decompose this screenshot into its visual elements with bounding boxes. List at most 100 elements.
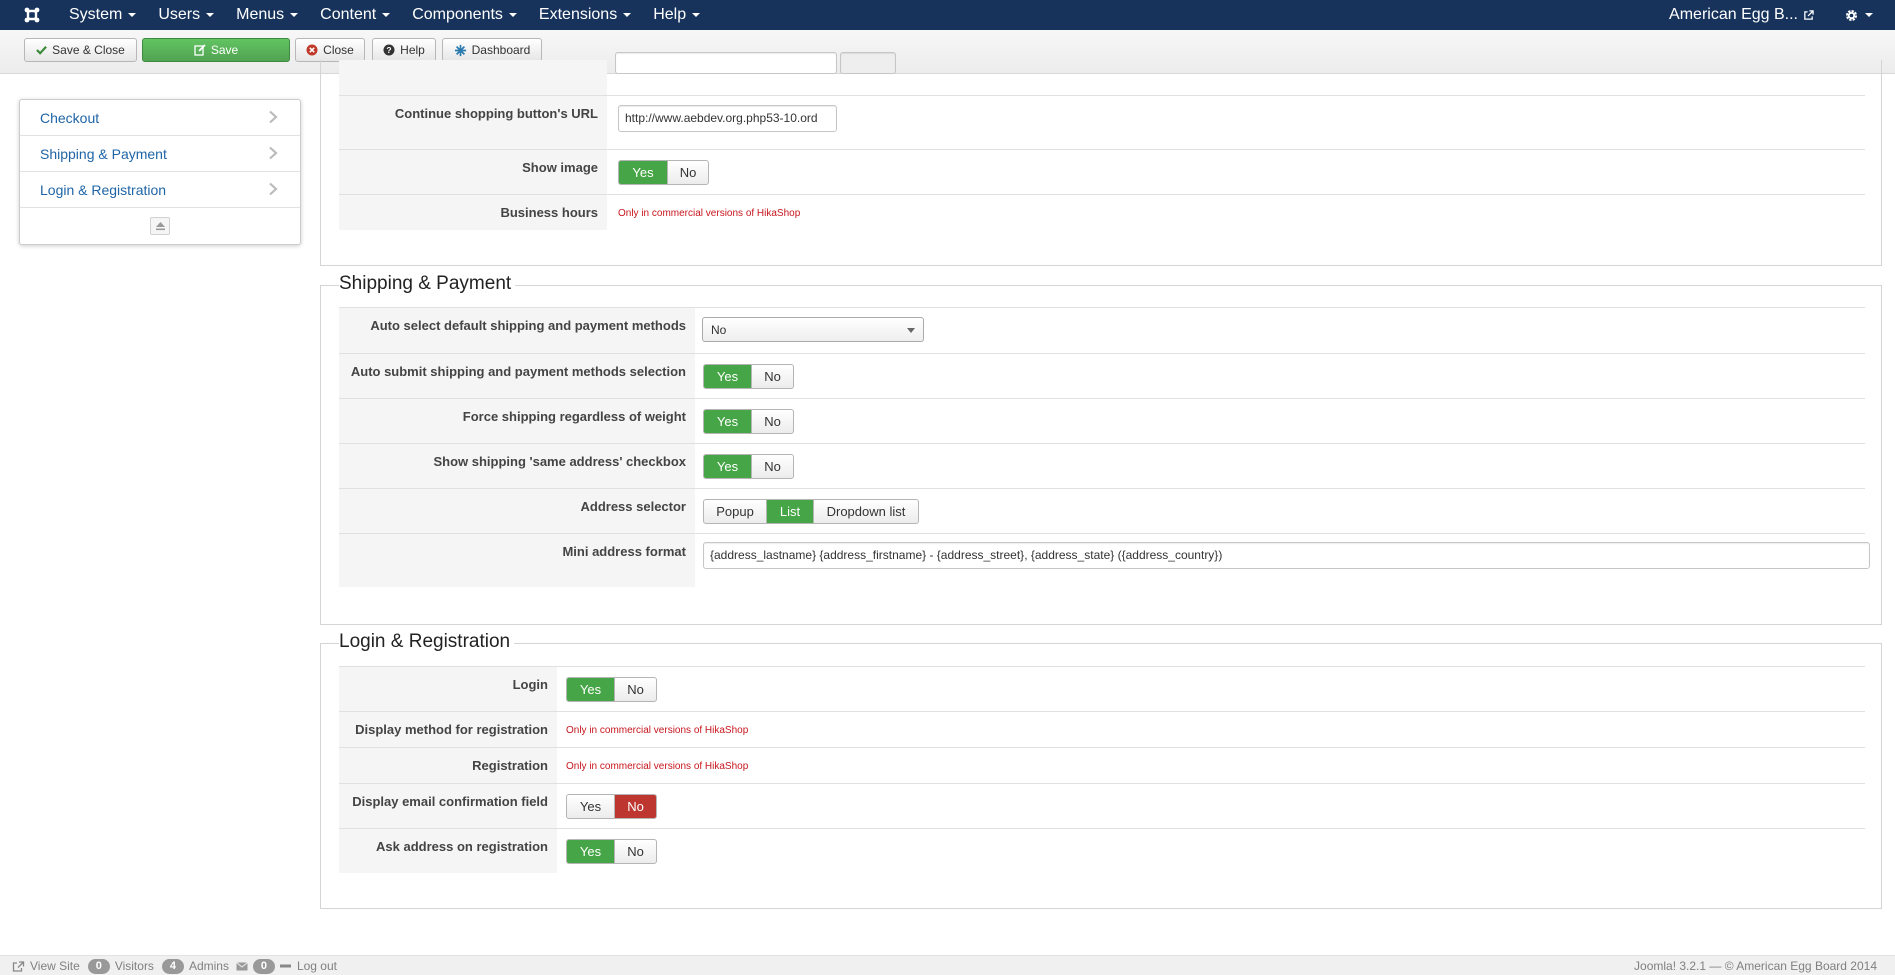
row-label: Auto submit shipping and payment methods…	[339, 354, 695, 398]
settings-menu[interactable]	[1844, 8, 1873, 23]
admins-count-badge: 4	[161, 958, 184, 974]
row-label-area	[339, 60, 607, 95]
address-selector-list-option[interactable]: List	[767, 500, 814, 523]
nav-menu-menus[interactable]: Menus	[225, 6, 309, 24]
section-legend: Shipping & Payment	[339, 273, 516, 295]
nav-label: Help	[653, 6, 687, 23]
email-confirmation-no-option[interactable]: No	[615, 795, 656, 818]
nav-menu-users[interactable]: Users	[147, 6, 225, 24]
sidebar-item-shipping-payment[interactable]: Shipping & Payment	[20, 136, 300, 172]
address-selector-popup-option[interactable]: Popup	[704, 500, 767, 523]
same-address-yes-option[interactable]: Yes	[704, 455, 752, 478]
row-label: Ask address on registration	[339, 829, 557, 873]
button-label: Save	[210, 43, 239, 57]
check-icon	[36, 46, 48, 55]
address-selector-dropdown-option[interactable]: Dropdown list	[814, 500, 918, 523]
ask-address-yes-option[interactable]: Yes	[567, 840, 615, 863]
force-shipping-toggle: Yes No	[703, 409, 794, 434]
row-label: Address selector	[339, 489, 695, 533]
row-label: Show shipping 'same address' checkbox	[339, 444, 695, 488]
row-label: Login	[339, 667, 557, 711]
nav-menu-help[interactable]: Help	[642, 6, 711, 24]
help-button[interactable]: ? Help	[372, 38, 436, 62]
messages-count-badge[interactable]: 0	[252, 958, 275, 974]
dashboard-button[interactable]: Dashboard	[442, 38, 542, 62]
view-site-link[interactable]: American Egg B...	[1669, 6, 1814, 24]
shipping-row-same-address: Show shipping 'same address' checkbox Ye…	[339, 443, 1865, 488]
close-button[interactable]: Close	[295, 38, 365, 62]
partial-input[interactable]	[615, 52, 837, 74]
caret-down-icon	[623, 13, 632, 17]
shipping-row-auto-select: Auto select default shipping and payment…	[339, 307, 1865, 353]
collapse-sidebar-button[interactable]	[150, 217, 170, 235]
close-circle-icon	[306, 44, 318, 56]
auto-submit-no-option[interactable]: No	[752, 365, 793, 388]
config-sidebar: Checkout Shipping & Payment Login & Regi…	[19, 99, 301, 245]
commercial-only-note: Only in commercial versions of HikaShop	[566, 761, 749, 772]
login-row-registration: Registration Only in commercial versions…	[339, 747, 1865, 783]
show-image-yes-option[interactable]: Yes	[619, 161, 668, 184]
shipping-row-force-shipping: Force shipping regardless of weight Yes …	[339, 398, 1865, 443]
nav-menu-extensions[interactable]: Extensions	[528, 6, 642, 24]
nav-label: System	[69, 6, 123, 23]
ask-address-no-option[interactable]: No	[615, 840, 656, 863]
show-image-no-option[interactable]: No	[668, 161, 708, 184]
joomla-logo-icon[interactable]	[17, 0, 47, 30]
dropdown-arrow-icon	[907, 328, 915, 333]
login-row-email-confirmation: Display email confirmation field Yes No	[339, 783, 1865, 828]
checkout-row-continue-url: Continue shopping button's URL http://ww…	[339, 95, 1865, 149]
view-site-link[interactable]: View Site	[30, 959, 80, 973]
nav-menu-components[interactable]: Components	[401, 6, 528, 24]
chevron-right-icon	[269, 182, 278, 196]
sidebar-item-label: Shipping & Payment	[40, 145, 167, 162]
force-shipping-no-option[interactable]: No	[752, 410, 793, 433]
sidebar-footer	[20, 208, 300, 244]
email-confirmation-toggle: Yes No	[566, 794, 657, 819]
commercial-only-note: Only in commercial versions of HikaShop	[566, 725, 749, 736]
auto-submit-yes-option[interactable]: Yes	[704, 365, 752, 388]
sidebar-item-label: Login & Registration	[40, 181, 167, 198]
save-close-button[interactable]: Save & Close	[24, 38, 137, 62]
chevron-right-icon	[269, 110, 278, 124]
admins-label: Admins	[188, 959, 229, 973]
caret-down-icon	[290, 13, 299, 17]
nav-menu-system[interactable]: System	[58, 6, 147, 24]
caret-down-icon	[206, 13, 215, 17]
auto-select-methods-select[interactable]: No	[702, 317, 924, 342]
email-confirmation-yes-option[interactable]: Yes	[567, 795, 615, 818]
login-row-login: Login Yes No	[339, 666, 1865, 711]
chevron-right-icon	[269, 146, 278, 160]
force-shipping-yes-option[interactable]: Yes	[704, 410, 752, 433]
commercial-only-note: Only in commercial versions of HikaShop	[618, 208, 801, 219]
dashboard-icon	[454, 44, 466, 56]
nav-menu-content[interactable]: Content	[309, 6, 401, 24]
login-row-display-method: Display method for registration Only in …	[339, 711, 1865, 747]
row-label: Continue shopping button's URL	[339, 96, 607, 149]
shipping-row-mini-address: Mini address format {address_lastname} {…	[339, 533, 1870, 587]
status-bar: View Site 0 Visitors 4 Admins 0 Log out …	[0, 955, 1895, 975]
question-circle-icon: ?	[383, 44, 395, 56]
checkout-row-partial	[339, 52, 1865, 95]
nav-label: Content	[320, 6, 377, 23]
caret-down-icon	[1865, 13, 1873, 17]
mini-address-format-input[interactable]: {address_lastname} {address_firstname} -…	[703, 542, 1870, 569]
button-label: Dashboard	[471, 43, 531, 57]
svg-text:?: ?	[387, 45, 392, 55]
partial-button[interactable]	[840, 52, 896, 74]
caret-down-icon	[128, 13, 137, 17]
save-button[interactable]: Save	[142, 38, 290, 62]
same-address-no-option[interactable]: No	[752, 455, 793, 478]
sidebar-item-login-registration[interactable]: Login & Registration	[20, 172, 300, 208]
ask-address-toggle: Yes No	[566, 839, 657, 864]
sidebar-item-checkout[interactable]: Checkout	[20, 100, 300, 136]
login-no-option[interactable]: No	[615, 678, 656, 701]
checkout-row-business-hours: Business hours Only in commercial versio…	[339, 194, 1865, 230]
nav-label: Components	[412, 6, 503, 23]
caret-down-icon	[508, 13, 517, 17]
caret-down-icon	[382, 13, 391, 17]
continue-url-input[interactable]: http://www.aebdev.org.php53-10.ord	[618, 105, 837, 132]
row-label: Force shipping regardless of weight	[339, 399, 695, 443]
logout-link[interactable]: Log out	[297, 959, 337, 973]
external-link-icon	[1804, 9, 1814, 20]
login-yes-option[interactable]: Yes	[567, 678, 615, 701]
